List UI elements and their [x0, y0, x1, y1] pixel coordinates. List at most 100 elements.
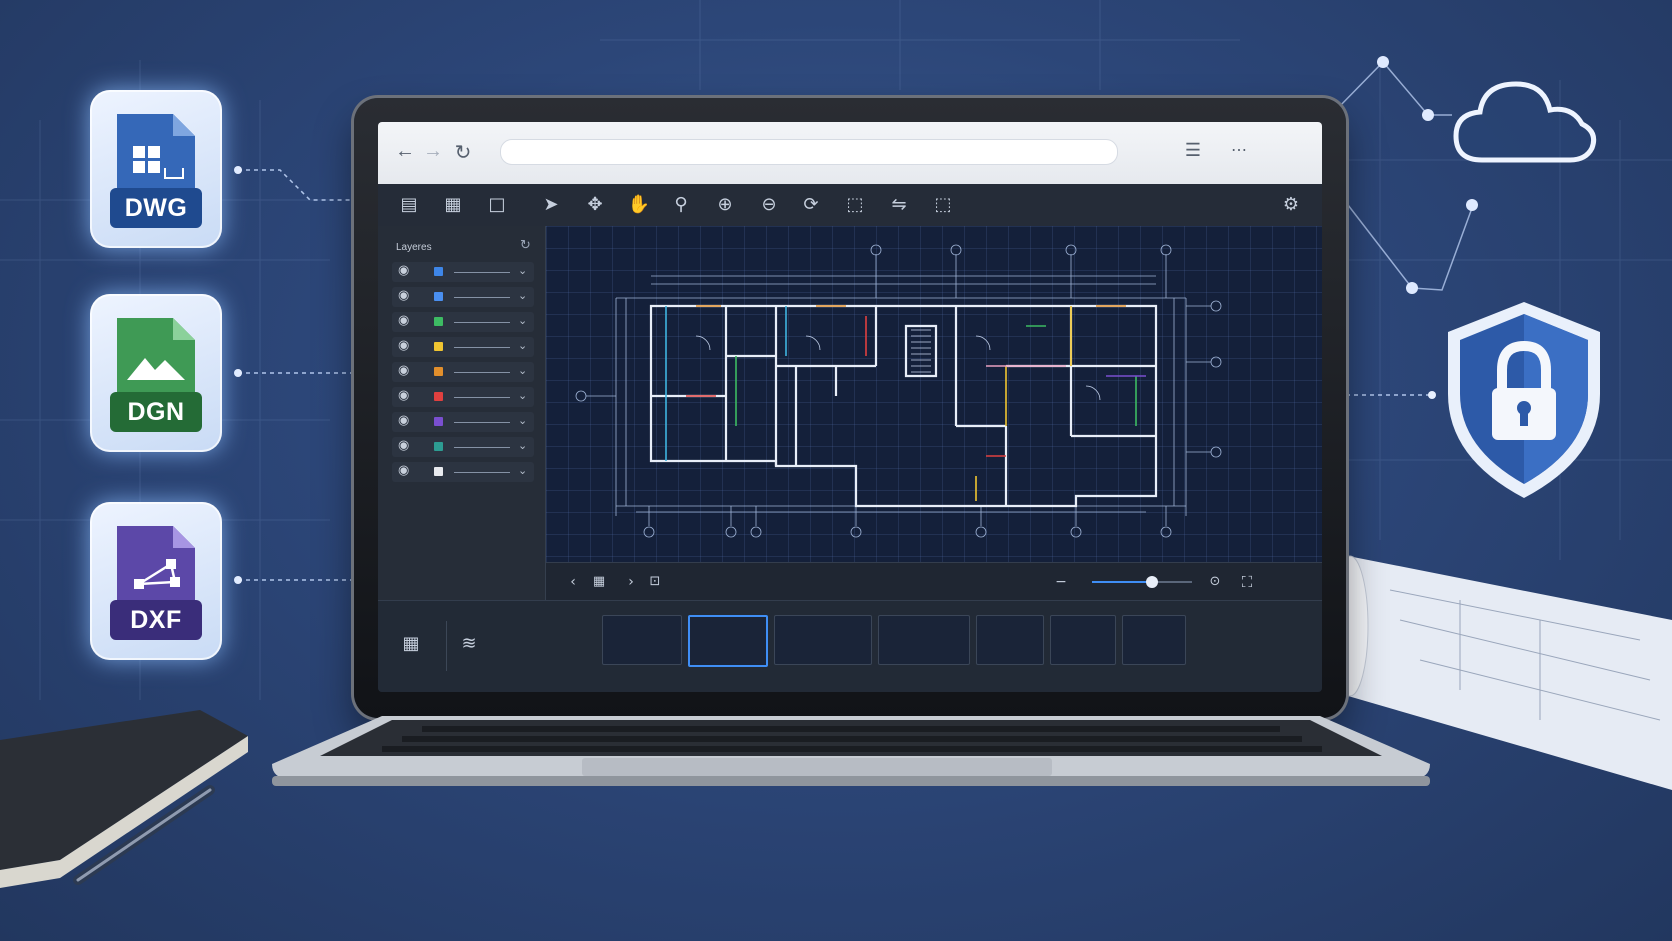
dwg-file-badge: DWG — [90, 90, 222, 248]
page-thumbnail-active[interactable] — [688, 615, 768, 667]
eye-icon[interactable]: ◉ — [398, 413, 409, 428]
eye-icon[interactable]: ◉ — [398, 313, 409, 328]
layer-row[interactable]: ◉ ⌄ — [392, 312, 534, 332]
eye-icon[interactable]: ◉ — [398, 263, 409, 278]
chevron-down-icon[interactable]: ⌄ — [518, 464, 527, 477]
eye-icon[interactable]: ◉ — [398, 288, 409, 303]
layer-line-preview — [454, 422, 510, 423]
layer-line-preview — [454, 372, 510, 373]
measure-icon[interactable]: ⇋ — [886, 192, 912, 218]
layers-panel: Layeres ↻ ◉ ⌄ ◉ ⌄ ◉ ⌄ ◉ ⌄ ◉ ⌄ ◉ ⌄ ◉ ⌄ ◉ … — [378, 226, 546, 626]
page-thumbnail[interactable] — [602, 615, 682, 665]
layer-line-preview — [454, 472, 510, 473]
menu-icon[interactable]: ☰ — [1182, 140, 1204, 161]
chevron-down-icon[interactable]: ⌄ — [518, 439, 527, 452]
layer-row[interactable]: ◉ ⌄ — [392, 287, 534, 307]
chevron-down-icon[interactable]: ⌄ — [518, 364, 527, 377]
layer-row[interactable]: ◉ ⌄ — [392, 362, 534, 382]
drawing-canvas[interactable] — [546, 226, 1322, 562]
layer-row[interactable]: ◉ ⌄ — [392, 387, 534, 407]
dwg-label: DWG — [110, 188, 202, 228]
layer-line-preview — [454, 347, 510, 348]
dxf-file-badge: DXF — [90, 502, 222, 660]
eye-icon[interactable]: ◉ — [398, 438, 409, 453]
layer-color-swatch — [434, 267, 443, 276]
security-shield-icon — [1448, 302, 1600, 498]
chevron-left-icon[interactable]: ‹ — [560, 569, 586, 595]
page-thumbnail[interactable] — [774, 615, 872, 665]
zoom-slider-knob[interactable] — [1146, 576, 1158, 588]
page-grid-icon[interactable]: ▦ — [586, 569, 612, 595]
cloud-icon — [1453, 81, 1597, 163]
select-box-icon[interactable]: ⬚ — [842, 192, 868, 218]
page-thumbnail[interactable] — [1122, 615, 1186, 665]
address-bar[interactable] — [500, 139, 1118, 165]
zoom-minus-icon[interactable]: − — [1048, 569, 1074, 595]
grid-view-icon[interactable]: ▦ — [440, 192, 466, 218]
eye-icon[interactable]: ◉ — [398, 388, 409, 403]
crop-icon[interactable]: ⬚ — [930, 192, 956, 218]
layer-row[interactable]: ◉ ⌄ — [392, 437, 534, 457]
layer-color-swatch — [434, 467, 443, 476]
chevron-down-icon[interactable]: ⌄ — [518, 264, 527, 277]
refresh-icon[interactable]: ↻ — [520, 238, 531, 253]
divider — [446, 621, 447, 671]
page-thumbnail[interactable] — [878, 615, 970, 665]
cad-toolbar: ▤ ▦ □ ➤ ✥ ✋ ⚲ ⊕ ⊖ ⟳ ⬚ ⇋ ⬚ ⚙ — [378, 184, 1322, 227]
layers-panel-title: Layeres — [396, 242, 432, 253]
grid-thumbnails-icon[interactable]: ▦ — [398, 631, 424, 657]
eye-icon[interactable]: ◉ — [398, 363, 409, 378]
layer-line-preview — [454, 272, 510, 273]
layer-color-swatch — [434, 342, 443, 351]
layer-color-swatch — [434, 367, 443, 376]
chevron-down-icon[interactable]: ⌄ — [518, 414, 527, 427]
viewer-controls: ‹ ▦ › ⊡ − ⊙ ⛶ — [546, 562, 1322, 601]
zoom-in-icon[interactable]: ⊕ — [712, 192, 738, 218]
floor-plan-drawing — [575, 244, 1222, 538]
eye-icon[interactable]: ◉ — [398, 463, 409, 478]
layer-row[interactable]: ◉ ⌄ — [392, 337, 534, 357]
pan-move-icon[interactable]: ✥ — [582, 192, 608, 218]
layer-color-swatch — [434, 317, 443, 326]
hand-icon[interactable]: ✋ — [626, 192, 652, 218]
layers-list-icon[interactable]: ▤ — [396, 192, 422, 218]
layer-color-swatch — [434, 442, 443, 451]
select-arrow-icon[interactable]: ➤ — [538, 192, 564, 218]
zoom-slider-fill — [1092, 581, 1152, 583]
more-icon[interactable]: ⋯ — [1228, 140, 1250, 160]
dgn-file-badge: DGN — [90, 294, 222, 452]
forward-arrow-icon[interactable]: → — [422, 140, 444, 163]
back-arrow-icon[interactable]: ← — [394, 140, 416, 163]
layer-line-preview — [454, 322, 510, 323]
chevron-down-icon[interactable]: ⌄ — [518, 289, 527, 302]
fullscreen-icon[interactable]: ⛶ — [1234, 569, 1260, 595]
browser-bar: ← → ↻ ☰ ⋯ — [378, 122, 1322, 184]
chevron-down-icon[interactable]: ⌄ — [518, 389, 527, 402]
eye-icon[interactable]: ◉ — [398, 338, 409, 353]
chevron-down-icon[interactable]: ⌄ — [518, 314, 527, 327]
layer-row[interactable]: ◉ ⌄ — [392, 462, 534, 482]
layer-line-preview — [454, 447, 510, 448]
layer-line-preview — [454, 297, 510, 298]
page-thumbnail[interactable] — [1050, 615, 1116, 665]
screenshot-icon[interactable]: ⊡ — [642, 569, 668, 595]
chevron-down-icon[interactable]: ⌄ — [518, 339, 527, 352]
zoom-out-icon[interactable]: ⊖ — [756, 192, 782, 218]
zoom-slider[interactable] — [1092, 576, 1192, 588]
reload-icon[interactable]: ↻ — [452, 140, 474, 165]
page-strip: ▦ ≋ — [378, 600, 1322, 692]
zoom-reset-icon[interactable]: ⊙ — [1202, 569, 1228, 595]
chevron-right-icon[interactable]: › — [618, 569, 644, 595]
layer-row[interactable]: ◉ ⌄ — [392, 262, 534, 282]
dxf-label: DXF — [110, 600, 202, 640]
app-window: ← → ↻ ☰ ⋯ ▤ ▦ □ ➤ ✥ ✋ ⚲ ⊕ ⊖ ⟳ ⬚ ⇋ ⬚ ⚙ La… — [378, 122, 1322, 692]
page-thumbnail[interactable] — [976, 615, 1044, 665]
zoom-icon[interactable]: ⚲ — [668, 192, 694, 218]
layers-stack-icon[interactable]: ≋ — [456, 631, 482, 657]
layer-color-swatch — [434, 417, 443, 426]
settings-gear-icon[interactable]: ⚙ — [1278, 192, 1304, 218]
single-view-icon[interactable]: □ — [484, 192, 510, 218]
rotate-icon[interactable]: ⟳ — [798, 192, 824, 218]
layer-row[interactable]: ◉ ⌄ — [392, 412, 534, 432]
laptop-base — [272, 716, 1430, 786]
